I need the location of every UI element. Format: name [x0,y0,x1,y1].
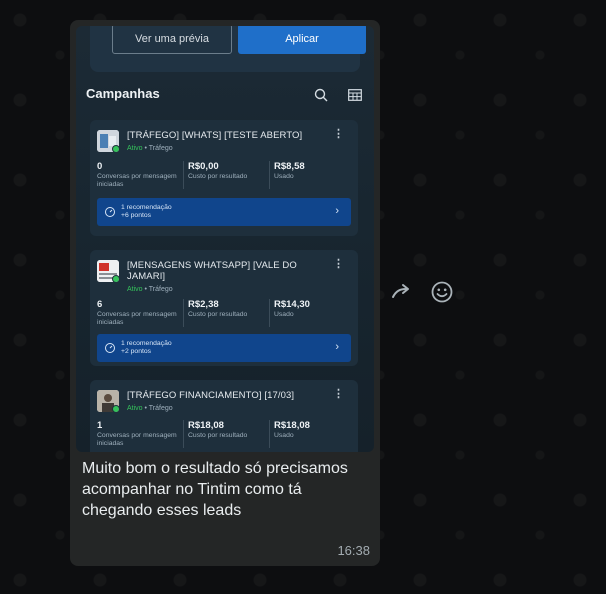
results-metric: 0 Conversas por mensagem iniciadas [97,161,177,188]
results-metric: 6 Conversas por mensagem iniciadas [97,299,177,326]
campaign-card[interactable]: [TRÁFEGO FINANCIAMENTO] [17/03] Ativo • … [90,380,358,452]
message-time: 16:38 [337,543,370,558]
preview-button[interactable]: Ver uma prévia [112,26,232,54]
campaign-name[interactable]: [TRÁFEGO] [WHATS] [TESTE ABERTO] [127,130,327,141]
forward-icon[interactable] [390,280,414,304]
campaign-status: Ativo • Tráfego [127,405,173,412]
spent-metric: R$8,58 Usado [269,161,349,189]
campaign-card[interactable]: [TRÁFEGO] [WHATS] [TESTE ABERTO] Ativo •… [90,120,358,236]
more-options-icon[interactable]: ⋮ [333,129,344,140]
campaign-thumbnail [97,130,119,152]
results-metric: 1 Conversas por mensagem iniciadas [97,420,177,447]
spent-metric: R$14,30 Usado [269,299,349,327]
campaign-thumbnail [97,390,119,412]
spent-metric: R$18,08 Usado [269,420,349,448]
cost-metric: R$0,00 Custo por resultado [183,161,269,189]
recommendation-banner[interactable]: 1 recomendação +2 pontos › [97,334,351,362]
table-icon[interactable] [346,86,364,104]
shared-screenshot-image[interactable]: Ver uma prévia Aplicar Campanhas [TRÁFEG… [76,26,374,452]
campaign-name[interactable]: [MENSAGENS WHATSAPP] [VALE DO JAMARI] [127,260,327,282]
recommendation-banner[interactable]: 1 recomendação +6 pontos › [97,198,351,226]
emoji-icon[interactable] [430,280,454,304]
preview-actions-panel: Ver uma prévia Aplicar [90,26,366,72]
campaign-status: Ativo • Tráfego [127,286,173,293]
chevron-right-icon: › [335,341,339,353]
cost-metric: R$18,08 Custo por resultado [183,420,269,448]
gauge-icon [105,343,115,353]
apply-button[interactable]: Aplicar [238,26,366,54]
search-icon[interactable] [312,86,330,104]
gauge-icon [105,207,115,217]
more-options-icon[interactable]: ⋮ [333,389,344,400]
campaign-card[interactable]: [MENSAGENS WHATSAPP] [VALE DO JAMARI] At… [90,250,358,366]
message-bubble[interactable]: Ver uma prévia Aplicar Campanhas [TRÁFEG… [70,20,380,566]
campaign-thumbnail [97,260,119,282]
more-options-icon[interactable]: ⋮ [333,259,344,270]
cost-metric: R$2,38 Custo por resultado [183,299,269,327]
campaigns-title: Campanhas [86,86,160,101]
chevron-right-icon: › [335,205,339,217]
message-text: Muito bom o resultado só precisamos acom… [82,460,348,519]
campaign-status: Ativo • Tráfego [127,145,173,152]
campaign-name[interactable]: [TRÁFEGO FINANCIAMENTO] [17/03] [127,390,327,401]
